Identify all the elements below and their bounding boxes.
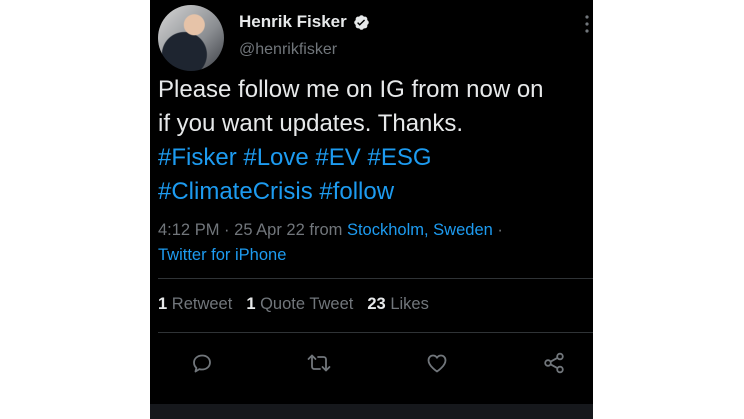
hashtag-link[interactable]: #Love	[243, 144, 308, 171]
hashtag-line: #ClimateCrisis #follow	[158, 175, 588, 209]
likes-label: Likes	[390, 295, 429, 313]
avatar[interactable]	[158, 5, 224, 71]
likes-count: 23	[367, 295, 386, 313]
hashtag-link[interactable]: #Fisker	[158, 144, 237, 171]
reply-button[interactable]	[185, 346, 219, 380]
engagement-stats: 1 Retweet 1 Quote Tweet 23 Likes	[158, 295, 429, 314]
author-handle[interactable]: @henrikfisker	[239, 41, 337, 59]
retweets-stat[interactable]: 1 Retweet	[158, 295, 232, 313]
quotes-count: 1	[246, 295, 256, 313]
retweets-count: 1	[158, 295, 168, 313]
retweets-label: Retweet	[171, 295, 233, 313]
likes-stat[interactable]: 23 Likes	[367, 295, 428, 313]
tweet-text-line: Please follow me on IG from now on	[158, 76, 544, 103]
quotes-label: Quote Tweet	[260, 295, 354, 313]
hashtag-line: #Fisker #Love #EV #ESG	[158, 141, 588, 175]
like-button[interactable]	[420, 346, 454, 380]
share-button[interactable]	[537, 346, 571, 380]
divider	[158, 332, 593, 333]
like-icon	[427, 354, 447, 373]
divider	[158, 278, 593, 279]
client-link[interactable]: Twitter for iPhone	[158, 246, 286, 264]
action-bar	[158, 346, 593, 380]
author-name-row: Henrik Fisker	[239, 12, 370, 32]
from-label: from	[309, 221, 343, 239]
meta-separator: ·	[497, 221, 503, 239]
tweet-meta: 4:12 PM · 25 Apr 22 from Stockholm, Swed…	[158, 218, 588, 268]
reply-icon	[193, 354, 211, 373]
tweet-detail: Henrik Fisker @henrikfisker Please follo…	[150, 0, 593, 419]
share-icon	[544, 352, 564, 374]
retweet-icon	[307, 354, 331, 372]
hashtag-link[interactable]: #ESG	[367, 144, 431, 171]
verified-badge-icon	[353, 14, 369, 30]
hashtag-link[interactable]: #follow	[319, 178, 394, 205]
hashtag-link[interactable]: #ClimateCrisis	[158, 178, 313, 205]
hashtag-link[interactable]: #EV	[315, 144, 360, 171]
tweet-text: Please follow me on IG from now on if yo…	[158, 73, 588, 209]
more-icon[interactable]	[583, 14, 591, 34]
quotes-stat[interactable]: 1 Quote Tweet	[246, 295, 353, 313]
retweet-button[interactable]	[302, 346, 336, 380]
tweet-time[interactable]: 4:12 PM	[158, 221, 219, 239]
tweet-date[interactable]: 25 Apr 22	[234, 221, 305, 239]
meta-separator: ·	[224, 221, 230, 239]
next-item-edge	[150, 404, 593, 419]
location-link[interactable]: Stockholm, Sweden	[347, 221, 493, 239]
tweet-text-line: if you want updates. Thanks.	[158, 110, 464, 137]
display-name[interactable]: Henrik Fisker	[239, 12, 347, 32]
